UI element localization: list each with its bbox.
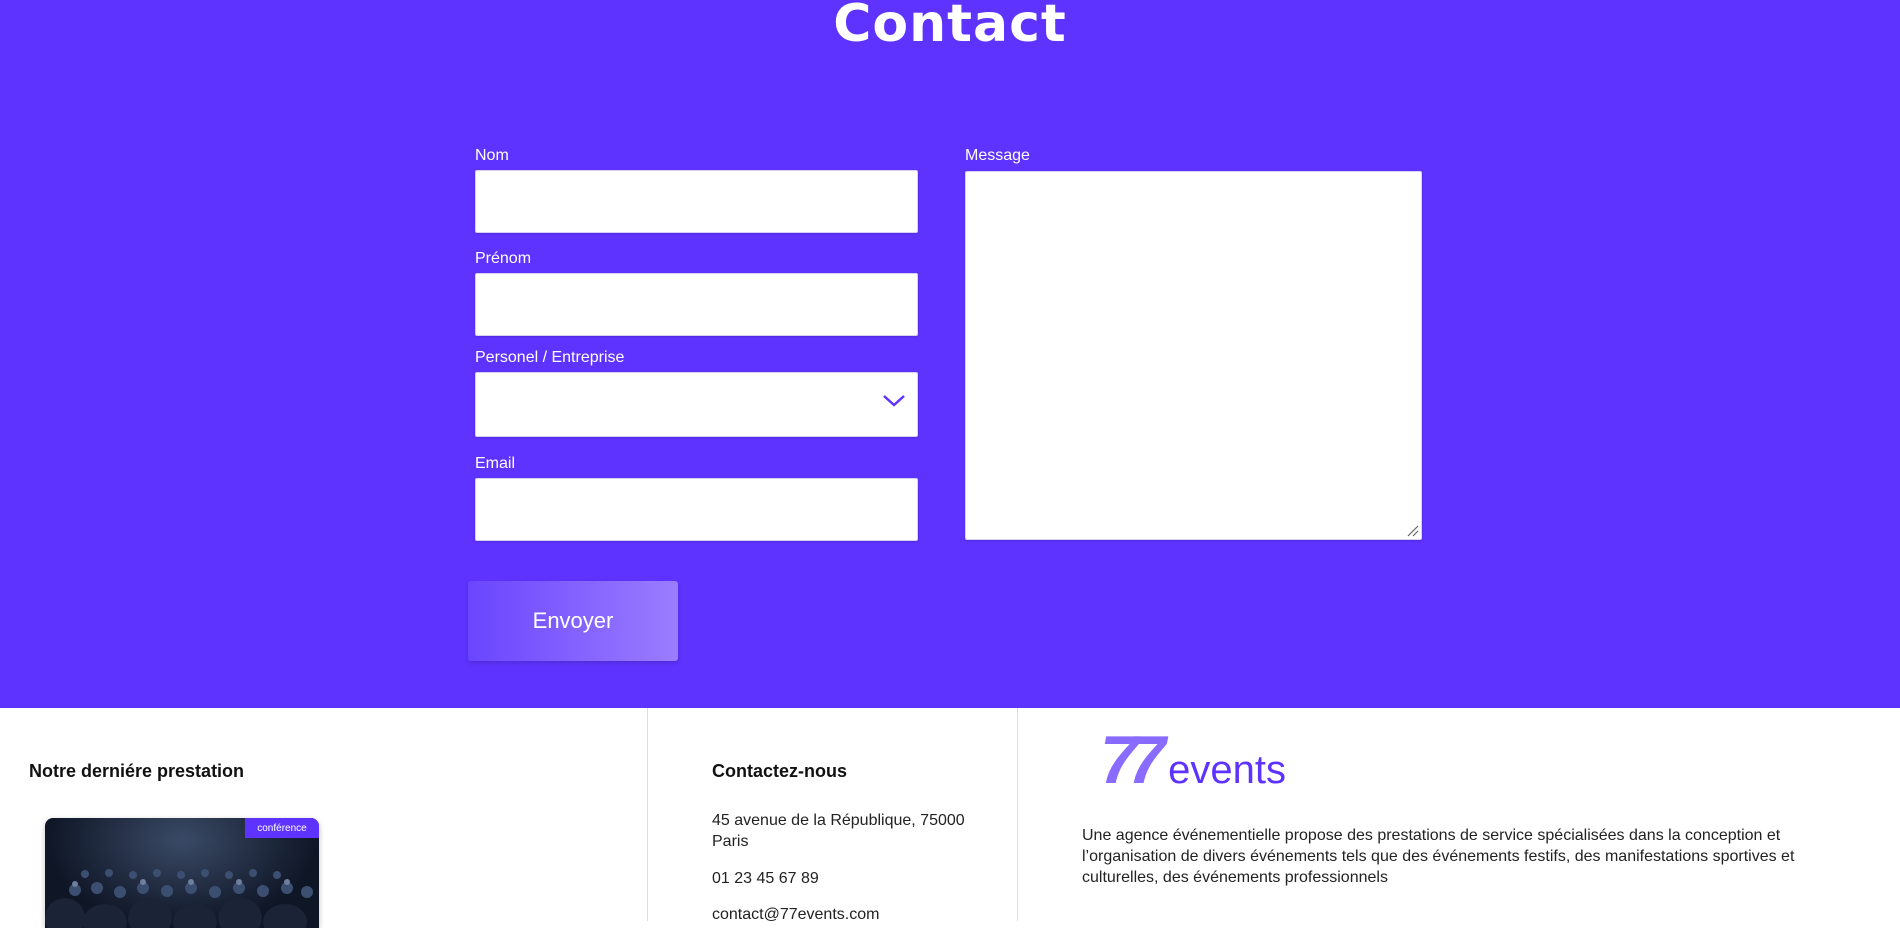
brand-description: Une agence événementielle propose des pr… bbox=[1082, 827, 1795, 886]
type-label: Personel / Entreprise bbox=[475, 349, 625, 366]
prenom-label: Prénom bbox=[475, 250, 532, 267]
message-label: Message bbox=[965, 147, 1030, 164]
submit-button[interactable]: Envoyer bbox=[468, 581, 678, 661]
contact-phone: 01 23 45 67 89 bbox=[712, 870, 819, 887]
contact-address: 45 avenue de la République, 75000 Paris bbox=[712, 812, 965, 850]
logo-word: events bbox=[1168, 748, 1286, 792]
type-select[interactable] bbox=[475, 372, 918, 437]
contact-section: Contact Nom Prénom Personel / Entreprise… bbox=[0, 0, 1900, 708]
email-label: Email bbox=[475, 455, 516, 472]
footer-divider bbox=[647, 708, 648, 921]
chevron-down-icon bbox=[883, 395, 905, 407]
nom-input[interactable] bbox=[475, 170, 918, 233]
prestation-heading: Notre derniére prestation bbox=[29, 761, 245, 781]
page-title: Contact bbox=[833, 0, 1067, 54]
brand-logo: 77 events bbox=[1100, 726, 1286, 794]
contact-heading: Contactez-nous bbox=[712, 761, 847, 781]
footer: Notre derniére prestation conférence Con… bbox=[0, 708, 1900, 928]
category-badge: conférence bbox=[245, 818, 319, 838]
nom-label: Nom bbox=[475, 147, 509, 164]
email-input[interactable] bbox=[475, 478, 918, 541]
message-textarea[interactable] bbox=[965, 171, 1422, 540]
resize-grip-icon[interactable] bbox=[1405, 523, 1419, 537]
logo-number: 77 bbox=[1100, 722, 1166, 798]
prestation-card[interactable]: conférence bbox=[45, 818, 319, 928]
prenom-input[interactable] bbox=[475, 273, 918, 336]
footer-divider bbox=[1017, 708, 1018, 921]
contact-email[interactable]: contact@77events.com bbox=[712, 904, 879, 925]
